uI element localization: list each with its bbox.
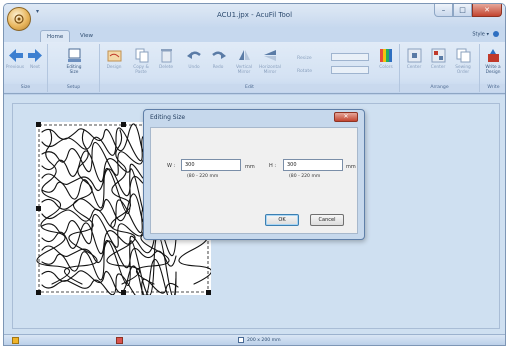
status-size-text: 200 x 200 mm [247, 338, 281, 343]
resize-spinner[interactable] [331, 53, 369, 61]
redo-button[interactable]: Redo [206, 48, 230, 70]
resize-handle-n[interactable] [121, 122, 126, 127]
undo-label: Undo [188, 65, 200, 70]
group-edit-label: Edit [100, 84, 399, 92]
sewing-order-button[interactable]: Sewing Order [451, 48, 475, 75]
delete-button[interactable]: Delete [154, 48, 178, 70]
app-logo-icon [14, 14, 24, 24]
dialog-body: W : 300 mm (80 - 220 mm H : 300 mm (80 -… [150, 127, 358, 234]
app-menu-button[interactable] [7, 7, 31, 31]
copy-paste-label: Copy & Paste [133, 65, 149, 75]
group-setup-label: Setup [48, 84, 99, 92]
colors-label: Colors [379, 65, 393, 70]
arrow-right-icon [27, 49, 42, 62]
width-unit: mm [245, 164, 255, 170]
center-icon [407, 48, 421, 63]
colors-button[interactable]: Colors [374, 48, 398, 70]
tab-home[interactable]: Home [40, 30, 71, 42]
design-label: Design [106, 65, 122, 70]
vertical-mirror-button[interactable]: Vertical Mirror [232, 48, 256, 75]
colors-icon [379, 49, 392, 62]
editing-size-dialog: Editing Size ✕ W : 300 mm (80 - 220 mm H… [143, 109, 365, 240]
status-size: 200 x 200 mm [238, 336, 281, 345]
center-grid-icon [431, 48, 445, 63]
design-button[interactable]: Design [102, 48, 126, 70]
undo-icon [186, 51, 201, 59]
title-bar: ▾ ACU1.jpx - AcuFil Tool – □ ✕ [4, 4, 505, 31]
redo-icon [211, 51, 226, 59]
minimize-button[interactable]: – [434, 4, 453, 17]
height-input[interactable]: 300 [283, 159, 343, 171]
resize-handle-sw[interactable] [36, 290, 41, 295]
height-unit: mm [346, 164, 356, 170]
delete-icon [160, 49, 172, 63]
rotate-label: Rotate [297, 69, 313, 74]
group-setup: Editing Size Setup [48, 44, 100, 92]
hoop-icon [238, 336, 244, 343]
tab-view[interactable]: View [74, 30, 99, 42]
resize-handle-w[interactable] [36, 206, 41, 211]
ok-button[interactable]: OK [265, 214, 299, 226]
status-color-icon[interactable] [116, 337, 123, 344]
group-size: Previous Next Size [4, 44, 48, 92]
write-design-icon [487, 49, 499, 62]
height-label: H : [269, 163, 277, 169]
editing-size-icon [67, 48, 81, 62]
window-title: ACU1.jpx - AcuFil Tool [216, 11, 293, 19]
group-size-label: Size [4, 84, 47, 92]
center2-label: Center [430, 65, 446, 70]
delete-label: Delete [158, 65, 174, 70]
resize-handle-s[interactable] [121, 290, 126, 295]
vertical-mirror-label: Vertical Mirror [235, 65, 253, 75]
arrow-left-icon [8, 49, 23, 62]
sewing-order-label: Sewing Order [455, 65, 471, 75]
group-write: Write a Design Write [480, 44, 505, 92]
status-bar: 200 x 200 mm [4, 334, 505, 345]
copy-paste-button[interactable]: Copy & Paste [129, 48, 153, 75]
center-button[interactable]: Center [402, 48, 426, 70]
resize-handle-se[interactable] [206, 290, 211, 295]
maximize-button[interactable]: □ [453, 4, 472, 17]
group-arrange: Center Center Sewing Order Arrange [400, 44, 480, 92]
resize-handle-nw[interactable] [36, 122, 41, 127]
editing-size-label: Editing Size [66, 65, 82, 75]
width-range: (80 - 220 mm [187, 174, 219, 179]
cancel-button[interactable]: Cancel [310, 214, 344, 226]
group-arrange-label: Arrange [400, 84, 479, 92]
group-edit: Design Copy & Paste Delete Undo Redo Ver… [100, 44, 400, 92]
horizontal-mirror-icon [263, 50, 276, 61]
design-icon [107, 50, 121, 62]
write-design-label: Write a Design [485, 65, 501, 75]
undo-button[interactable]: Undo [182, 48, 206, 70]
dialog-title: Editing Size [150, 114, 186, 121]
sewing-order-icon [456, 48, 470, 63]
status-frame-icon[interactable] [12, 337, 19, 344]
width-input[interactable]: 300 [181, 159, 241, 171]
horizontal-mirror-label: Horizontal Mirror [259, 65, 281, 75]
rotate-spinner[interactable] [331, 66, 369, 74]
redo-label: Redo [212, 65, 224, 70]
editing-size-button[interactable]: Editing Size [62, 48, 86, 75]
width-label: W : [167, 163, 176, 169]
style-menu-label: Style ▾ [472, 31, 489, 38]
group-write-label: Write [480, 84, 505, 92]
help-icon[interactable] [493, 31, 499, 37]
next-label: Next [29, 65, 40, 70]
write-design-button[interactable]: Write a Design [481, 48, 505, 75]
horizontal-mirror-button[interactable]: Horizontal Mirror [258, 48, 282, 75]
previous-label: Previous [5, 65, 25, 70]
style-menu[interactable]: Style ▾ [472, 31, 499, 38]
window-controls: – □ ✕ [434, 4, 502, 18]
vertical-mirror-icon [238, 50, 250, 60]
ribbon: Previous Next Size Editing Size Setup De… [4, 42, 505, 94]
resize-label: Resize [297, 56, 312, 61]
height-range: (80 - 220 mm [289, 174, 321, 179]
copy-paste-icon [135, 48, 148, 63]
next-button[interactable]: Next [23, 48, 47, 70]
center-label: Center [406, 65, 422, 70]
dialog-close-button[interactable]: ✕ [334, 112, 358, 122]
close-button[interactable]: ✕ [472, 4, 502, 17]
center2-button[interactable]: Center [426, 48, 450, 70]
ribbon-tabs: Home View Style ▾ [4, 28, 505, 42]
